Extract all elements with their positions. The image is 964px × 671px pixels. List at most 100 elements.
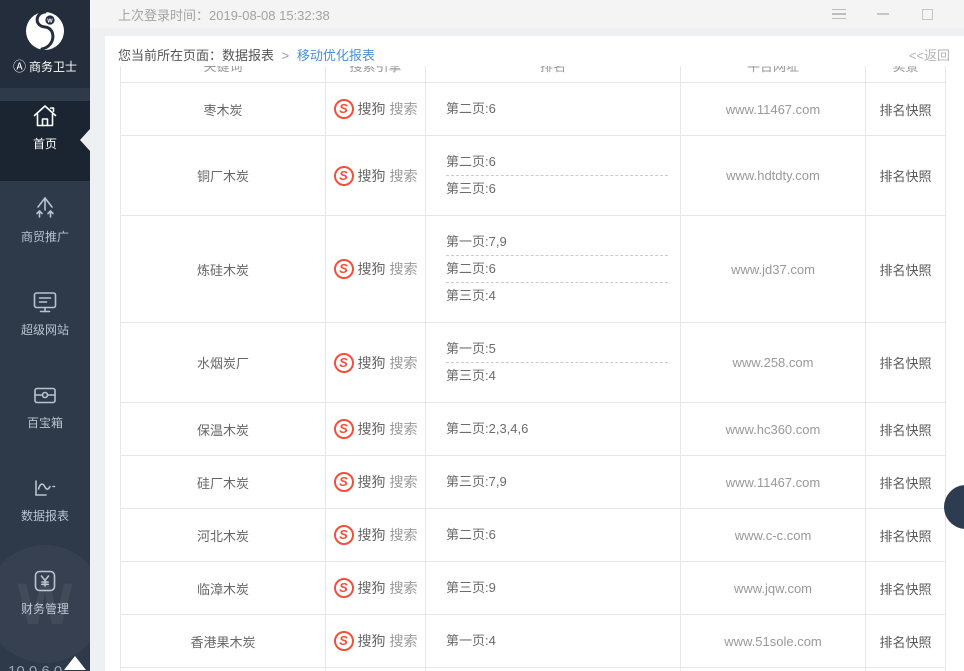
search-engine: S搜狗搜索: [334, 578, 418, 598]
last-login-text: 上次登录时间：2019-08-08 15:32:38: [118, 5, 330, 24]
url-cell: www.258.com: [681, 323, 866, 403]
engine-name: 搜狗: [358, 578, 386, 598]
window-controls: ✕: [832, 7, 964, 21]
sidebar-item-promotion[interactable]: 商贸推广: [0, 194, 90, 274]
sogou-logo-icon: S: [334, 472, 354, 492]
home-icon: [30, 101, 60, 131]
ranking-snapshot-link[interactable]: 排名快照: [879, 582, 931, 597]
topbar: 上次登录时间：2019-08-08 15:32:38 ✕: [90, 0, 964, 28]
sogou-logo-icon: S: [334, 525, 354, 545]
url-cell: www.hdtdty.com: [681, 136, 866, 216]
ranking-cell: 第三页:7,9: [426, 456, 681, 509]
sogou-logo-icon: S: [334, 419, 354, 439]
maximize-button[interactable]: [920, 7, 934, 21]
ranking-snapshot-link[interactable]: 排名快照: [879, 169, 931, 184]
search-engine: S搜狗搜索: [334, 525, 418, 545]
hamburger-icon: [832, 9, 846, 19]
sidebar-item-toolbox[interactable]: 百宝箱: [0, 380, 90, 460]
breadcrumb-prefix: 您当前所在页面：: [118, 48, 222, 63]
watermark-letter: W: [18, 571, 73, 638]
keyword-cell: 临漳木炭: [121, 562, 326, 615]
table-row: 阳江果木炭S搜狗搜索第一页:5www.51sole.com排名快照: [121, 668, 946, 671]
sogou-logo-icon: S: [334, 578, 354, 598]
ranking-line: 第二页:2,3,4,6: [446, 416, 668, 442]
keyword-cell: 硅厂木炭: [121, 456, 326, 509]
sidebar-item-reports[interactable]: 数据报表: [0, 473, 90, 553]
snapshot-cell: 排名快照: [866, 83, 946, 136]
sogou-logo-icon: S: [334, 166, 354, 186]
engine-cell: S搜狗搜索: [326, 403, 426, 456]
table-row: 铜厂木炭S搜狗搜索第二页:6第三页:6www.hdtdty.com排名快照: [121, 136, 946, 216]
ranking-cell: 第二页:6: [426, 83, 681, 136]
engine-cell: S搜狗搜索: [326, 216, 426, 323]
ranking-line: 第二页:6: [446, 96, 668, 122]
ranking-snapshot-link[interactable]: 排名快照: [879, 476, 931, 491]
maximize-icon: [922, 9, 933, 20]
engine-name: 搜狗: [358, 259, 386, 279]
search-engine: S搜狗搜索: [334, 472, 418, 492]
sogou-logo-icon: S: [334, 631, 354, 651]
ranking-snapshot-link[interactable]: 排名快照: [879, 103, 931, 118]
ranking-line: 第二页:6: [446, 522, 668, 548]
svg-text:w: w: [46, 18, 53, 25]
engine-name: 搜狗: [358, 631, 386, 651]
snapshot-cell: 排名快照: [866, 509, 946, 562]
keyword-cell: 炼硅木炭: [121, 216, 326, 323]
breadcrumb-current-page[interactable]: 移动优化报表: [297, 48, 375, 63]
ranking-cell: 第二页:6: [426, 509, 681, 562]
sidebar-item-label: 商贸推广: [0, 228, 90, 245]
engine-name: 搜狗: [358, 166, 386, 186]
content-card: 您当前所在页面：数据报表 > 移动优化报表 <<返回 关键词 搜索引擎 排名 平…: [105, 36, 964, 671]
search-engine: S搜狗搜索: [334, 631, 418, 651]
engine-name: 搜索: [390, 472, 418, 492]
promote-arrows-icon: [30, 194, 60, 224]
engine-cell: S搜狗搜索: [326, 509, 426, 562]
snapshot-cell: 排名快照: [866, 136, 946, 216]
ranking-cell: 第一页:7,9第二页:6第三页:4: [426, 216, 681, 323]
ranking-cell: 第二页:2,3,4,6: [426, 403, 681, 456]
engine-name: 搜索: [390, 259, 418, 279]
ranking-snapshot-link[interactable]: 排名快照: [879, 263, 931, 278]
ranking-line: 第二页:6: [446, 255, 668, 282]
engine-name: 搜狗: [358, 419, 386, 439]
keyword-cell: 河北木炭: [121, 509, 326, 562]
ranking-line: 第三页:7,9: [446, 469, 668, 495]
table-body: 枣木炭S搜狗搜索第二页:6www.11467.com排名快照铜厂木炭S搜狗搜索第…: [121, 83, 946, 671]
engine-name: 搜索: [390, 353, 418, 373]
active-item-wedge-icon: [80, 129, 90, 151]
engine-cell: S搜狗搜索: [326, 83, 426, 136]
header-ranking: 排名: [426, 66, 681, 83]
table-row: 枣木炭S搜狗搜索第二页:6www.11467.com排名快照: [121, 83, 946, 136]
ranking-line: 第二页:6: [446, 149, 668, 175]
report-chart-icon: [30, 473, 60, 503]
ranking-snapshot-link[interactable]: 排名快照: [879, 356, 931, 371]
ranking-snapshot-link[interactable]: 排名快照: [879, 529, 931, 544]
sidebar-item-website[interactable]: 超级网站: [0, 287, 90, 367]
sidebar-item-home[interactable]: 首页: [0, 101, 90, 181]
scroll-top-arrow-icon[interactable]: [64, 656, 86, 670]
brand-label: Ⓐ 商务卫士: [13, 58, 77, 75]
table-row: 临漳木炭S搜狗搜索第三页:9www.jqw.com排名快照: [121, 562, 946, 615]
snapshot-cell: 排名快照: [866, 323, 946, 403]
ranking-cell: 第一页:4: [426, 615, 681, 668]
engine-name: 搜狗: [358, 525, 386, 545]
back-link[interactable]: <<返回: [909, 45, 950, 64]
sidebar-item-label: 数据报表: [0, 507, 90, 524]
engine-cell: S搜狗搜索: [326, 668, 426, 671]
main-area: 您当前所在页面：数据报表 > 移动优化报表 <<返回 关键词 搜索引擎 排名 平…: [90, 28, 964, 671]
snapshot-cell: 排名快照: [866, 668, 946, 671]
engine-cell: S搜狗搜索: [326, 323, 426, 403]
ranking-cell: 第二页:6第三页:6: [426, 136, 681, 216]
url-cell: www.jqw.com: [681, 562, 866, 615]
keyword-cell: 铜厂木炭: [121, 136, 326, 216]
engine-name: 搜索: [390, 419, 418, 439]
ranking-snapshot-link[interactable]: 排名快照: [879, 635, 931, 650]
keyword-cell: 阳江果木炭: [121, 668, 326, 671]
url-cell: www.11467.com: [681, 83, 866, 136]
ranking-snapshot-link[interactable]: 排名快照: [879, 423, 931, 438]
minimize-button[interactable]: [876, 7, 890, 21]
website-monitor-icon: [30, 287, 60, 317]
menu-button[interactable]: [832, 7, 846, 21]
sidebar-item-label: 超级网站: [0, 321, 90, 338]
engine-name: 搜狗: [358, 99, 386, 119]
